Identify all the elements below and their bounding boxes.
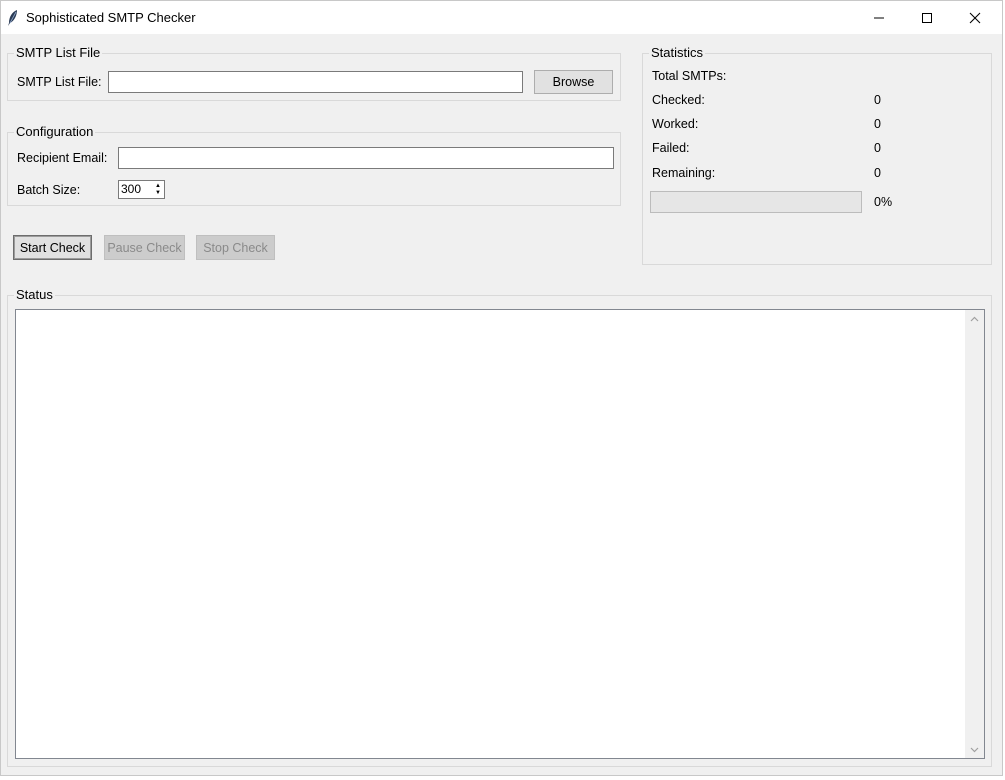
scroll-up-button[interactable]	[965, 310, 984, 327]
configuration-group-title: Configuration	[14, 124, 96, 139]
chevron-down-icon	[970, 747, 979, 752]
scroll-down-button[interactable]	[965, 741, 984, 758]
minimize-button[interactable]	[856, 1, 902, 34]
title-bar: Sophisticated SMTP Checker	[1, 1, 1002, 34]
smtp-file-group-title: SMTP List File	[14, 45, 103, 60]
checked-label: Checked:	[652, 93, 705, 107]
status-group-title: Status	[14, 287, 55, 302]
failed-value: 0	[874, 141, 881, 155]
maximize-button[interactable]	[904, 1, 950, 34]
statistics-group: Statistics	[642, 45, 992, 265]
checked-value: 0	[874, 93, 881, 107]
chevron-up-icon	[970, 316, 979, 321]
maximize-icon	[922, 12, 932, 23]
statistics-group-title: Statistics	[649, 45, 706, 60]
status-log[interactable]	[15, 309, 985, 759]
failed-label: Failed:	[652, 141, 690, 155]
worked-value: 0	[874, 117, 881, 131]
spin-down-icon[interactable]: ▼	[153, 190, 163, 198]
browse-button[interactable]: Browse	[534, 70, 613, 94]
close-icon	[969, 12, 981, 23]
start-check-button[interactable]: Start Check	[13, 235, 92, 260]
progress-bar	[650, 191, 862, 213]
recipient-email-input[interactable]	[118, 147, 614, 169]
configuration-group: Configuration	[7, 124, 621, 206]
recipient-email-label: Recipient Email:	[17, 151, 108, 165]
batch-size-label: Batch Size:	[17, 183, 81, 197]
window-title: Sophisticated SMTP Checker	[26, 10, 196, 25]
spinbox-arrows[interactable]: ▲ ▼	[153, 182, 163, 197]
pause-check-button[interactable]: Pause Check	[104, 235, 185, 260]
spin-up-icon[interactable]: ▲	[153, 182, 163, 190]
batch-size-value: 300	[121, 182, 142, 196]
feather-icon	[8, 10, 17, 26]
total-smtps-label: Total SMTPs:	[652, 69, 727, 83]
smtp-file-input[interactable]	[108, 71, 523, 93]
batch-size-spinbox[interactable]: 300 ▲ ▼	[118, 180, 165, 199]
worked-label: Worked:	[652, 117, 699, 131]
smtp-file-label: SMTP List File:	[17, 75, 102, 89]
app-window: Sophisticated SMTP Checker SMTP List Fil…	[0, 0, 1003, 776]
remaining-label: Remaining:	[652, 166, 716, 180]
stop-check-button[interactable]: Stop Check	[196, 235, 275, 260]
remaining-value: 0	[874, 166, 881, 180]
progress-percent: 0%	[874, 195, 893, 209]
minimize-icon	[874, 17, 884, 18]
close-button[interactable]	[952, 1, 998, 34]
status-scrollbar[interactable]	[965, 310, 984, 758]
